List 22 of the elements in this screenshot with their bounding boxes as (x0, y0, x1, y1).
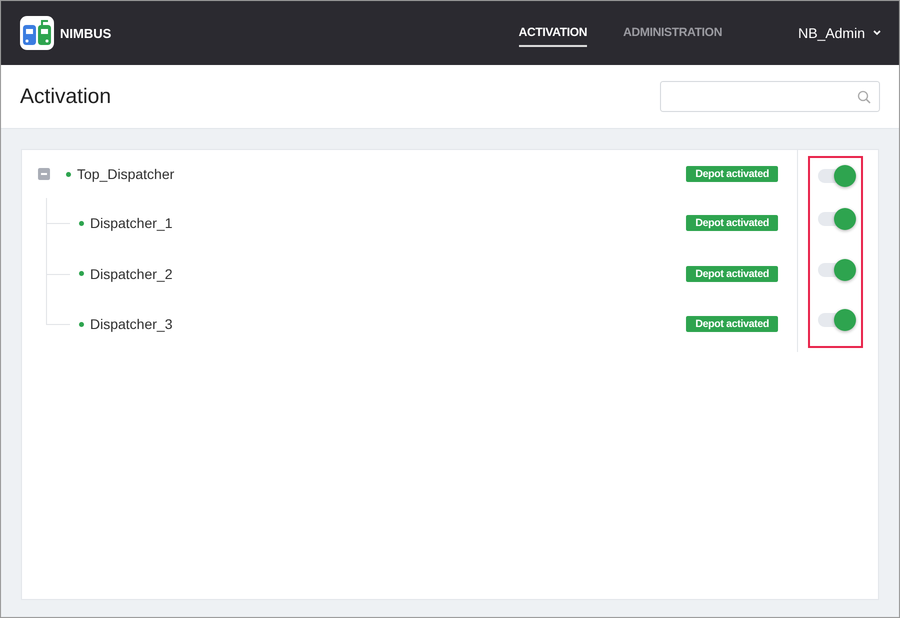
dispatcher-name[interactable]: Dispatcher_2 (90, 266, 172, 282)
dispatcher-name[interactable]: Dispatcher_3 (90, 316, 172, 332)
nav-tab[interactable]: ADMINISTRATION (623, 19, 722, 47)
status-badge: Depot activated (686, 166, 778, 182)
dispatcher-name[interactable]: Top_Dispatcher (77, 166, 174, 182)
status-badge: Depot activated (686, 266, 778, 282)
status-badge: Depot activated (686, 215, 778, 232)
search-icon (857, 90, 871, 104)
bus-logo-icon (20, 16, 54, 50)
status-badge: Depot activated (686, 316, 778, 332)
caret-icon (873, 30, 881, 36)
page-title: Activation (20, 84, 112, 108)
nav-tab[interactable]: ACTIVATION (518, 19, 588, 47)
status-dot (79, 271, 84, 276)
collapse-toggle[interactable] (38, 168, 50, 180)
app-name: NIMBUS (60, 26, 112, 40)
status-dot (66, 172, 71, 176)
status-dot (79, 220, 84, 226)
status-dot (79, 322, 84, 327)
dispatcher-name[interactable]: Dispatcher_1 (90, 215, 172, 232)
search-field[interactable] (660, 81, 880, 112)
user-menu[interactable]: NB_Admin (798, 25, 881, 41)
